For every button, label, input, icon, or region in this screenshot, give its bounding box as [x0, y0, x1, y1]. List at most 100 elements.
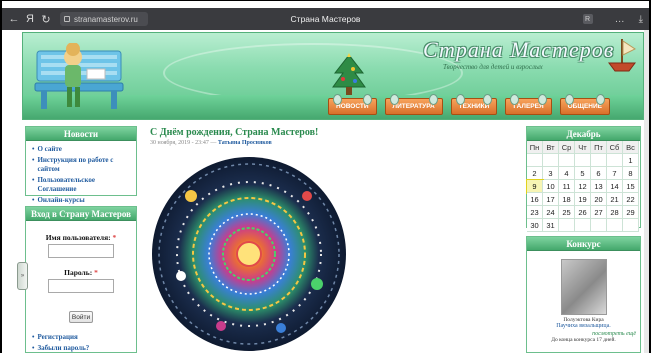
calendar-day[interactable]: 6: [591, 167, 607, 180]
calendar-day[interactable]: 1: [623, 154, 639, 167]
calendar-weekday: Пн: [527, 141, 543, 154]
header-banner: Страна Мастеров Творчество для детей и в…: [22, 32, 644, 120]
download-icon[interactable]: ⤓: [639, 14, 643, 25]
anniversary-mosaic-image[interactable]: [151, 156, 347, 352]
calendar-day[interactable]: 29: [623, 206, 639, 219]
calendar-day[interactable]: 3: [543, 167, 559, 180]
calendar-day[interactable]: 2: [527, 167, 543, 180]
calendar-empty-cell: [591, 219, 607, 232]
calendar-day[interactable]: 27: [591, 206, 607, 219]
article-meta: 30 ноября, 2019 - 23:47 — Татьяна Просня…: [150, 140, 272, 146]
calendar-empty-cell: [575, 154, 591, 167]
reload-icon[interactable]: ↻: [38, 8, 54, 30]
nav-community[interactable]: ОБЩЕНИЕ: [559, 94, 611, 115]
web-page: Страна Мастеров Творчество для детей и в…: [22, 30, 644, 353]
browser-toolbar: ← Я ↻ stranamasterov.ru Страна Мастеров …: [2, 8, 649, 30]
news-panel: Новости • О сайте • Инструкция по работе с…: [25, 126, 137, 204]
login-panel: Вход в Страну Мастеров Имя пользователя:…: [25, 206, 137, 353]
nav-techniques[interactable]: ТЕХНИКИ: [450, 94, 498, 115]
christmas-tree-illustration: [332, 53, 366, 95]
calendar-day[interactable]: 11: [559, 180, 575, 193]
calendar-day[interactable]: 26: [575, 206, 591, 219]
menu-dots-icon[interactable]: …: [615, 14, 625, 25]
calendar-day[interactable]: 16: [527, 193, 543, 206]
calendar-day[interactable]: 19: [575, 193, 591, 206]
calendar-weekday: Пт: [591, 141, 607, 154]
article-date: 30 ноября, 2019 - 23:47 —: [150, 140, 217, 146]
calendar-panel: Декабрь Пн Вт Ср Чт Пт Сб Вс 1 2 3 4 5 6 7 8 9 10 11 12 13 1…: [526, 126, 641, 232]
calendar-day[interactable]: 17: [543, 193, 559, 206]
doll-on-bench-illustration: [34, 43, 124, 109]
reader-mode-icon[interactable]: R: [582, 14, 593, 24]
calendar-empty-cell: [607, 154, 623, 167]
calendar-day[interactable]: 20: [591, 193, 607, 206]
calendar-day[interactable]: 23: [527, 206, 543, 219]
nav-literature[interactable]: ЛИТЕРАТУРА: [384, 94, 443, 115]
calendar-empty-cell: [623, 219, 639, 232]
calendar-day[interactable]: 7: [607, 167, 623, 180]
article-title[interactable]: С Днём рождения, Страна Мастеров!: [150, 127, 318, 138]
login-button[interactable]: Войти: [69, 311, 93, 323]
nav-news[interactable]: НОВОСТИ: [328, 94, 377, 115]
calendar-day[interactable]: 30: [527, 219, 543, 232]
calendar-weekday: Ср: [559, 141, 575, 154]
password-label: Пароль: *: [64, 268, 98, 277]
calendar-weekday: Сб: [607, 141, 623, 154]
banner-swirl: [163, 43, 463, 103]
calendar-day[interactable]: 25: [559, 206, 575, 219]
calendar-empty-cell: [559, 154, 575, 167]
calendar-day[interactable]: 18: [559, 193, 575, 206]
news-link-about[interactable]: • О сайте: [32, 145, 132, 154]
login-panel-title: Вход в Страну Мастеров: [26, 207, 136, 221]
calendar-day[interactable]: 4: [559, 167, 575, 180]
calendar-day[interactable]: 12: [575, 180, 591, 193]
side-panel-toggle[interactable]: »: [17, 262, 28, 290]
contest-panel: Конкурс Полуэктова Кира Паучиха вязальщи…: [526, 236, 641, 353]
calendar-day[interactable]: 13: [591, 180, 607, 193]
calendar-empty-cell: [575, 219, 591, 232]
username-input[interactable]: [48, 244, 114, 258]
address-bar[interactable]: stranamasterov.ru: [60, 12, 148, 26]
calendar-empty-cell: [607, 219, 623, 232]
password-input[interactable]: [48, 279, 114, 293]
site-subtitle: Творчество для детей и взрослых: [443, 63, 543, 71]
calendar-empty-cell: [559, 219, 575, 232]
news-panel-title: Новости: [26, 127, 136, 141]
calendar-title: Декабрь: [527, 127, 640, 141]
address-bar-url: stranamasterov.ru: [74, 14, 138, 24]
yandex-button[interactable]: Я: [22, 8, 38, 30]
calendar-day[interactable]: 24: [543, 206, 559, 219]
calendar-day[interactable]: 21: [607, 193, 623, 206]
calendar-day[interactable]: 14: [607, 180, 623, 193]
forgot-password-link[interactable]: • Забыли пароль?: [32, 344, 132, 353]
calendar-day[interactable]: 8: [623, 167, 639, 180]
calendar-day[interactable]: 28: [607, 206, 623, 219]
page-scroll-gutter: [644, 30, 649, 353]
calendar-empty-cell: [527, 154, 543, 167]
contest-work-link[interactable]: Паучиха вязальщица.: [527, 323, 640, 329]
news-link-instructions[interactable]: • Инструкция по работе с сайтом: [32, 156, 132, 174]
site-title[interactable]: Страна Мастеров: [423, 37, 614, 63]
username-label: Имя пользователя: *: [45, 233, 117, 242]
calendar-day[interactable]: 10: [543, 180, 559, 193]
calendar-day[interactable]: 5: [575, 167, 591, 180]
calendar-day[interactable]: 22: [623, 193, 639, 206]
article-author[interactable]: Татьяна Просняков: [218, 140, 272, 146]
nav-gallery[interactable]: ГАЛЕРЕЯ: [505, 94, 552, 115]
calendar-day[interactable]: 15: [623, 180, 639, 193]
contest-deadline: До конца конкурса 17 дней.: [551, 337, 616, 343]
calendar-empty-cell: [591, 154, 607, 167]
register-link[interactable]: • Регистрация: [32, 333, 132, 342]
main-nav: НОВОСТИ ЛИТЕРАТУРА ТЕХНИКИ ГАЛЕРЕЯ ОБЩЕН…: [328, 94, 611, 115]
news-link-agreement[interactable]: • Пользовательское Соглашение: [32, 176, 132, 194]
calendar-grid: Пн Вт Ср Чт Пт Сб Вс 1 2 3 4 5 6 7 8 9 10 11 12 13 14 15 16 17 1…: [526, 141, 640, 232]
calendar-weekday: Вт: [543, 141, 559, 154]
calendar-weekday: Вс: [623, 141, 639, 154]
contest-title: Конкурс: [527, 237, 640, 251]
news-link-courses[interactable]: • Онлайн-курсы: [32, 196, 132, 205]
calendar-day[interactable]: 31: [543, 219, 559, 232]
calendar-day[interactable]: 9: [526, 179, 544, 194]
calendar-empty-cell: [543, 154, 559, 167]
back-arrow-icon[interactable]: ←: [6, 8, 22, 30]
contest-photo[interactable]: [560, 259, 607, 315]
